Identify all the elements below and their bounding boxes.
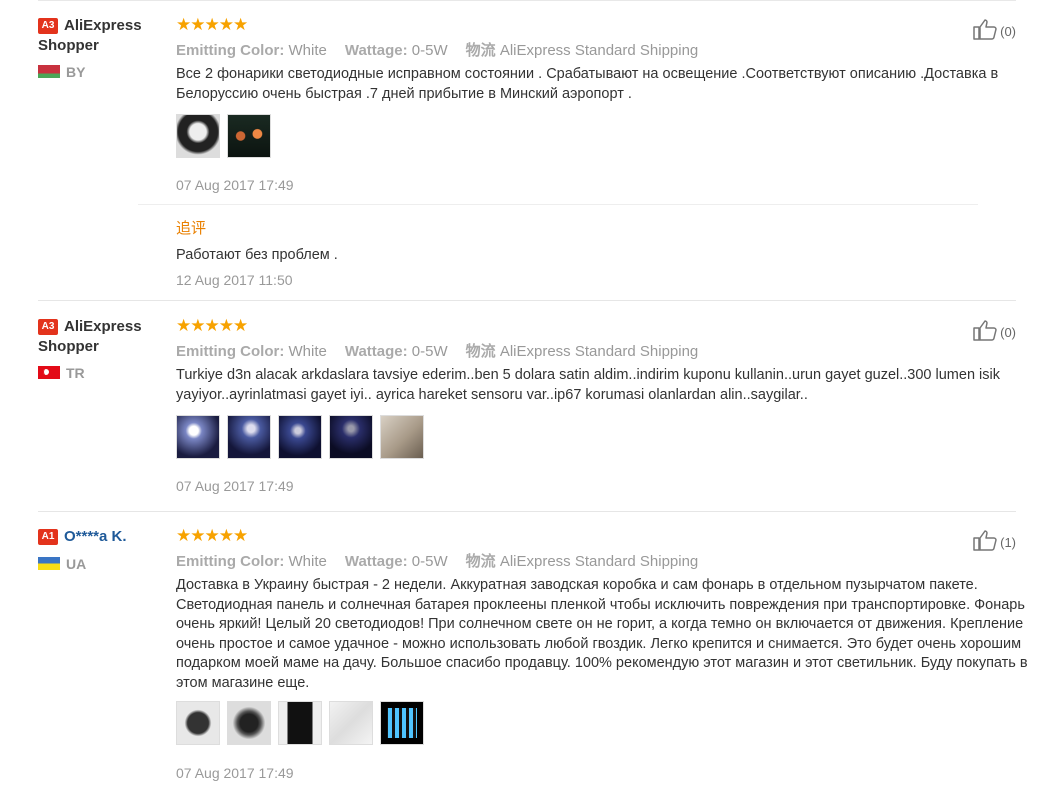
review-date: 07 Aug 2017 17:49 [176,478,294,494]
review-text: Доставка в Украину быстрая - 2 недели. А… [176,577,1028,691]
attr-value: 0-5W [411,343,448,360]
star-rating: ★★★★★ [176,526,248,545]
review-photos [176,701,431,745]
thumbs-up-icon [973,530,997,551]
helpful-button[interactable]: (0) [972,18,1016,40]
review-photo-thumbnail[interactable] [227,114,271,158]
followup-title: 追评 [176,220,207,237]
review-photo-thumbnail[interactable] [176,114,220,158]
reviewer-info: A3 AliExpress Shopper BY [38,16,168,80]
review-photos [176,415,431,459]
shipping-label: 物流 [465,343,496,360]
flag-icon [38,65,60,78]
review-photo-thumbnail[interactable] [329,701,373,745]
attr-value: 0-5W [411,42,448,59]
reviewer-name[interactable]: A3 AliExpress Shopper [38,16,168,56]
shipping-value: AliExpress Standard Shipping [499,42,699,59]
review-date: 07 Aug 2017 17:49 [176,765,294,781]
star-rating: ★★★★★ [176,316,248,335]
followup-date: 12 Aug 2017 11:50 [176,272,293,288]
order-attributes: Emitting Color: White Wattage: 0-5W 物流 Ali… [176,39,698,60]
review-photos [176,114,278,158]
country-code: BY [66,64,86,80]
review-date: 07 Aug 2017 17:49 [176,177,294,193]
reviewer-info: A1 O****a K. UA [38,527,168,572]
attr-value: White [288,42,327,59]
review-divider [38,300,1016,301]
order-attributes: Emitting Color: White Wattage: 0-5W 物流 Ali… [176,340,698,361]
attr-label: Emitting Color: [176,553,285,570]
shipping-label: 物流 [465,42,496,59]
helpful-button[interactable]: (1) [972,529,1016,551]
review-photo-thumbnail[interactable] [176,701,220,745]
review-photo-thumbnail[interactable] [278,701,322,745]
buyer-level-badge: A3 [38,319,58,335]
review-photo-thumbnail[interactable] [329,415,373,459]
reviewer-name-text: O****a K. [64,528,127,545]
attr-label: Emitting Color: [176,343,285,360]
shipping-label: 物流 [465,553,496,570]
review-photo-thumbnail[interactable] [380,701,424,745]
shipping-value: AliExpress Standard Shipping [499,553,699,570]
helpful-count: (0) [1000,325,1016,340]
attr-label: Emitting Color: [176,42,285,59]
review-item: A3 AliExpress Shopper BY ★★★★★ Emitting C… [38,16,1016,296]
shipping-value: AliExpress Standard Shipping [499,343,699,360]
star-rating: ★★★★★ [176,15,248,34]
top-divider [38,0,1016,1]
attr-label: Wattage: [344,553,408,570]
attr-value: White [288,343,327,360]
review-photo-thumbnail[interactable] [227,701,271,745]
review-photo-thumbnail[interactable] [176,415,220,459]
helpful-count: (0) [1000,24,1016,39]
flag-icon [38,557,60,570]
review-item: A3 AliExpress Shopper TR ★★★★★ Emitting C… [38,317,1016,507]
review-photo-thumbnail[interactable] [380,415,424,459]
review-text: Turkiye d3n alacak arkdaslara tavsiye ed… [176,367,1000,403]
followup-text: Работают без проблем . [176,247,338,263]
order-attributes: Emitting Color: White Wattage: 0-5W 物流 Ali… [176,550,698,571]
country-code: TR [66,365,85,381]
reviewer-info: A3 AliExpress Shopper TR [38,317,168,381]
review-photo-thumbnail[interactable] [227,415,271,459]
attr-value: White [288,553,327,570]
helpful-count: (1) [1000,535,1016,550]
reviewer-country: TR [38,365,85,381]
reviewer-country: BY [38,64,85,80]
reviewer-name[interactable]: A1 O****a K. [38,527,168,547]
review-photo-thumbnail[interactable] [278,415,322,459]
reviewer-name[interactable]: A3 AliExpress Shopper [38,317,168,357]
attr-value: 0-5W [411,553,448,570]
thumbs-up-icon [973,19,997,40]
review-divider [38,511,1016,512]
reviewer-country: UA [38,556,86,572]
helpful-button[interactable]: (0) [972,319,1016,341]
buyer-level-badge: A3 [38,18,58,34]
flag-icon [38,366,60,379]
attr-label: Wattage: [344,42,408,59]
followup-divider [138,204,978,205]
buyer-level-badge: A1 [38,529,58,545]
country-code: UA [66,556,87,572]
review-item: A1 O****a K. UA ★★★★★ Emitting Color: Whi… [38,526,1028,789]
thumbs-up-icon [973,320,997,341]
review-text: Все 2 фонарики светодиодные исправном со… [176,66,999,102]
attr-label: Wattage: [344,343,408,360]
